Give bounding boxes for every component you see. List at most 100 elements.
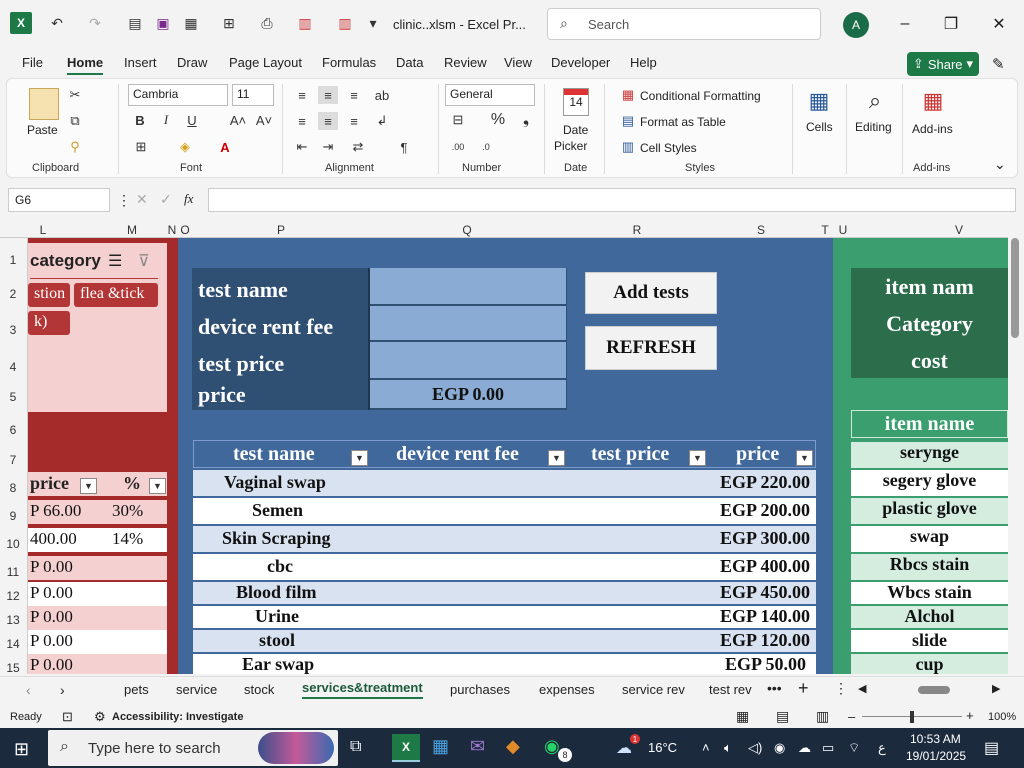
item-row[interactable]: segery glove: [851, 470, 1008, 496]
add-sheet-icon[interactable]: +: [798, 678, 809, 699]
windows-start-icon[interactable]: ⊞: [14, 739, 29, 760]
horizontal-scroll-thumb[interactable]: [918, 686, 950, 694]
copy-icon[interactable]: ⧉: [66, 112, 84, 130]
wrap-text-icon[interactable]: ↲: [372, 112, 392, 130]
macro-icon[interactable]: ⊞: [218, 12, 240, 34]
borders-icon[interactable]: ⊞: [132, 138, 150, 156]
tab-split-icon[interactable]: ⋮: [834, 680, 848, 697]
italic-icon[interactable]: I: [158, 111, 174, 129]
row-header[interactable]: 11: [0, 565, 26, 579]
accessibility-status[interactable]: Accessibility: Investigate: [112, 711, 243, 723]
minimize-icon[interactable]: –: [890, 10, 920, 38]
scroll-right-icon[interactable]: ▶: [992, 682, 1000, 695]
percent-icon[interactable]: %: [488, 111, 508, 129]
cancel-icon[interactable]: ✕: [136, 191, 148, 208]
align-top-icon[interactable]: ≡: [292, 86, 312, 104]
editing-button[interactable]: Editing: [855, 120, 892, 134]
tab-file[interactable]: File: [22, 55, 43, 70]
volume-icon[interactable]: ◁): [748, 740, 762, 756]
decrease-indent-icon[interactable]: ⇤: [292, 138, 312, 156]
table-row[interactable]: Urine EGP 140.00: [193, 606, 816, 628]
language-indicator[interactable]: ع: [878, 740, 886, 756]
excel-taskbar-icon[interactable]: X: [392, 734, 420, 762]
tab-help[interactable]: Help: [630, 55, 657, 70]
row-header[interactable]: 8: [0, 481, 26, 495]
scroll-left-icon[interactable]: ◀: [858, 682, 866, 695]
cells-icon[interactable]: ▦: [804, 86, 834, 116]
sheet-tab-pets[interactable]: pets: [124, 682, 149, 697]
sheet-tab-expenses[interactable]: expenses: [539, 682, 595, 697]
row-header[interactable]: 7: [0, 453, 26, 467]
column-header[interactable]: N: [166, 223, 178, 237]
column-header[interactable]: V: [944, 223, 974, 237]
tab-insert[interactable]: Insert: [124, 55, 157, 70]
add-ins-icon[interactable]: ▦: [918, 86, 948, 116]
slicer-item[interactable]: stion: [28, 283, 70, 307]
column-header[interactable]: O: [178, 223, 192, 237]
increase-decimal-icon[interactable]: .00: [448, 138, 468, 156]
task-view-icon[interactable]: ⧉: [350, 738, 361, 756]
column-header[interactable]: M: [117, 223, 147, 237]
table-row[interactable]: cbc EGP 400.00: [193, 554, 816, 580]
row-header[interactable]: 5: [0, 390, 26, 404]
comma-style-icon[interactable]: ❟: [516, 111, 536, 129]
sheet-tab-purchases[interactable]: purchases: [450, 682, 510, 697]
cut-icon[interactable]: ✂: [66, 86, 84, 104]
enter-icon[interactable]: ✓: [160, 191, 172, 208]
add-ins-button[interactable]: Add-ins: [912, 122, 953, 136]
underline-icon[interactable]: U: [184, 111, 200, 129]
align-left-icon[interactable]: ≡: [292, 112, 312, 130]
date-picker-label-2[interactable]: Picker: [554, 139, 587, 153]
share-button[interactable]: ⇪ Share ▾: [907, 52, 979, 76]
app-icon[interactable]: ✉: [470, 736, 485, 757]
decrease-font-icon[interactable]: A˅: [254, 111, 274, 129]
tab-view[interactable]: View: [504, 55, 532, 70]
table-row[interactable]: stool EGP 120.00: [193, 630, 816, 652]
font-size-combo[interactable]: 11: [232, 84, 274, 106]
row-header[interactable]: 3: [0, 323, 26, 337]
fill-color-icon[interactable]: ◈: [176, 138, 194, 156]
slicer-item[interactable]: flea &tick: [74, 283, 158, 307]
row-header[interactable]: 9: [0, 509, 26, 523]
multi-select-icon[interactable]: ☰: [108, 251, 122, 271]
camera-icon[interactable]: ◉: [774, 740, 785, 756]
paste-icon[interactable]: [29, 88, 59, 120]
name-box[interactable]: G6: [8, 188, 110, 212]
undo-icon[interactable]: ↶: [46, 12, 68, 34]
form-icon[interactable]: ▤: [124, 12, 146, 34]
calendar-alt-icon[interactable]: ▥: [334, 12, 356, 34]
sheet-tab-services-treatment[interactable]: services&treatment: [302, 680, 423, 699]
item-row[interactable]: swap: [851, 526, 1008, 552]
paste-label[interactable]: Paste: [27, 123, 58, 137]
item-row[interactable]: Rbcs stain: [851, 554, 1008, 580]
app-icon-2[interactable]: ◆: [506, 736, 520, 757]
close-icon[interactable]: ✕: [984, 10, 1014, 38]
insert-function-icon[interactable]: fx: [184, 191, 193, 207]
format-painter-icon[interactable]: ⚲: [66, 138, 84, 156]
column-header[interactable]: T: [816, 223, 834, 237]
tab-formulas[interactable]: Formulas: [322, 55, 376, 70]
table-row[interactable]: Semen EGP 200.00: [193, 498, 816, 524]
item-row[interactable]: serynge: [851, 442, 1008, 468]
refresh-button[interactable]: REFRESH: [585, 326, 717, 370]
editing-icon[interactable]: ⌕: [860, 86, 890, 116]
row-header[interactable]: 15: [0, 661, 26, 675]
sheet-tab-stock[interactable]: stock: [244, 682, 274, 697]
more-sheets-icon[interactable]: •••: [767, 680, 782, 696]
row-header[interactable]: 12: [0, 589, 26, 603]
conditional-formatting-button[interactable]: Conditional Formatting: [640, 89, 761, 103]
tab-review[interactable]: Review: [444, 55, 487, 70]
zoom-level[interactable]: 100%: [988, 711, 1016, 723]
row-header[interactable]: 6: [0, 423, 26, 437]
sheet-tab-service[interactable]: service: [176, 682, 217, 697]
table-row[interactable]: Skin Scraping EGP 300.00: [193, 526, 816, 552]
collapse-ribbon-icon[interactable]: ⌄: [994, 156, 1006, 173]
tab-page-layout[interactable]: Page Layout: [229, 55, 302, 70]
formula-input[interactable]: [208, 188, 1016, 212]
increase-indent-icon[interactable]: ⇥: [318, 138, 338, 156]
row-header[interactable]: 4: [0, 360, 26, 374]
number-format-combo[interactable]: General: [445, 84, 535, 106]
bold-icon[interactable]: B: [132, 111, 148, 129]
filter-dropdown-icon[interactable]: ▼: [80, 478, 97, 494]
row-header[interactable]: 13: [0, 613, 26, 627]
